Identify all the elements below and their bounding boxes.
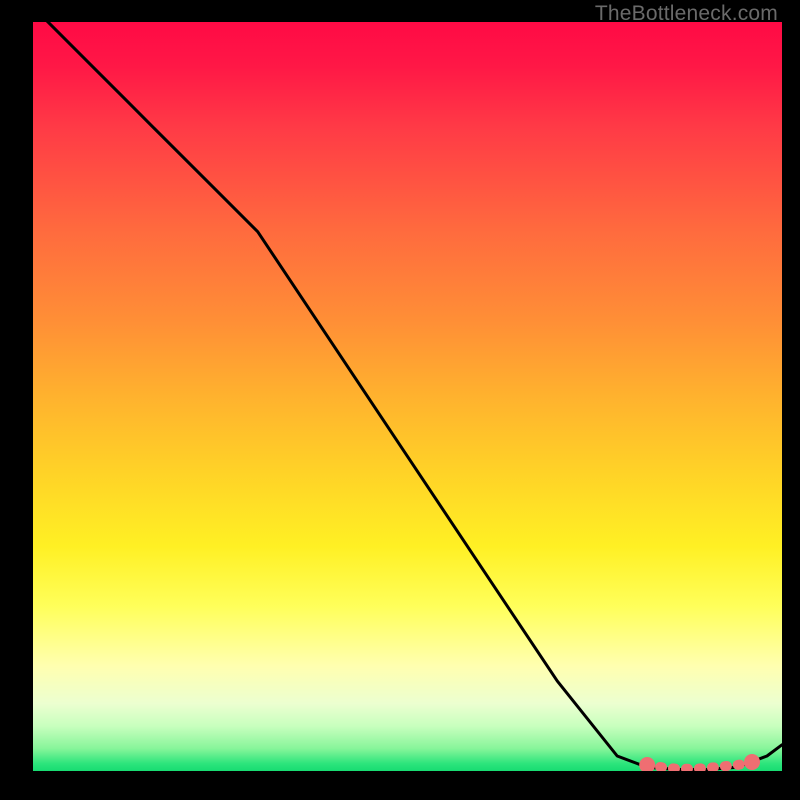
valley-highlight	[639, 754, 760, 771]
series-curve	[33, 22, 782, 770]
chart-frame: TheBottleneck.com	[0, 0, 800, 800]
valley-marker-left	[639, 757, 655, 771]
valley-marker-right	[744, 754, 760, 770]
plot-area	[33, 22, 782, 771]
watermark-text: TheBottleneck.com	[595, 2, 778, 26]
chart-overlay	[33, 22, 782, 771]
line-curve	[33, 22, 782, 770]
valley-segment	[647, 763, 752, 769]
